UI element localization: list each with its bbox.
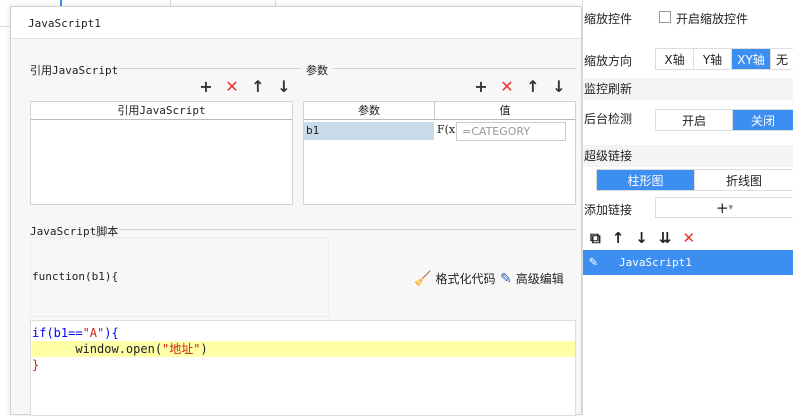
divider (119, 68, 301, 69)
zoom-dir-x[interactable]: X轴 (656, 49, 694, 69)
edit-icon: ✎ (500, 270, 512, 287)
ref-js-header: 引用JavaScript (31, 102, 292, 120)
move-down-icon[interactable]: ↓ (551, 79, 567, 95)
code-line-3: } (32, 358, 40, 372)
format-code-label: 格式化代码 (435, 272, 496, 286)
chevron-down-icon: ▾ (728, 202, 734, 213)
format-code-button[interactable]: 🧹 格式化代码 (414, 270, 495, 287)
hyperlink-section: 超级链接 (583, 145, 793, 167)
zoom-direction-segmented: X轴 Y轴 XY轴 无 (655, 48, 793, 70)
code-line-2: window.open("地址") (31, 341, 575, 357)
move-up-icon[interactable]: ↑ (612, 229, 625, 247)
move-down-icon[interactable]: ↓ (635, 229, 648, 247)
add-icon[interactable]: + (473, 79, 489, 95)
add-link-label: 添加链接 (584, 203, 633, 217)
zoom-dir-xy[interactable]: XY轴 (732, 49, 771, 69)
code-line-1: if(b1=="A"){ (32, 326, 119, 340)
link-item-label: JavaScript1 (619, 256, 692, 269)
ref-js-section-title: 引用JavaScript (30, 64, 119, 77)
javascript-dialog: JavaScript1 引用JavaScript + ✕ ↑ ↓ 引用JavaS… (10, 6, 582, 416)
link-toolbar: ⧉ ↑ ↓ ⇊ ✕ (590, 229, 695, 247)
function-header-box: function(b1){ (30, 237, 329, 317)
plus-icon: + (715, 198, 729, 217)
advanced-edit-button[interactable]: ✎ 高级编辑 (500, 270, 564, 287)
move-down-icon[interactable]: ↓ (276, 79, 292, 95)
zoom-dir-y[interactable]: Y轴 (694, 49, 732, 69)
enable-zoom-checkbox[interactable] (659, 11, 671, 23)
tab-bar-chart[interactable]: 柱形图 (597, 170, 695, 190)
detect-on[interactable]: 开启 (656, 110, 733, 130)
dialog-title: JavaScript1 (11, 7, 581, 39)
chart-type-tabs: 柱形图 折线图 (596, 169, 793, 191)
param-name-cell[interactable]: b1 (304, 122, 434, 140)
params-toolbar: + ✕ ↑ ↓ (473, 79, 567, 95)
advanced-edit-label: 高级编辑 (515, 272, 564, 286)
code-editor[interactable]: if(b1=="A"){ window.open("地址") } (30, 320, 576, 416)
zoom-dir-none[interactable]: 无 (771, 49, 793, 69)
add-link-dropdown[interactable]: + ▾ (655, 197, 793, 218)
ref-js-toolbar: + ✕ ↑ ↓ (198, 79, 292, 95)
zoom-direction-label: 缩放方向 (584, 54, 633, 68)
params-header-value: 值 (435, 102, 575, 120)
pencil-icon: ✎ (589, 254, 598, 270)
move-up-icon[interactable]: ↑ (250, 79, 266, 95)
detect-off[interactable]: 关闭 (733, 110, 793, 130)
monitor-refresh-section: 监控刷新 (583, 78, 793, 100)
divider (333, 68, 576, 69)
copy-icon[interactable]: ⧉ (590, 229, 601, 247)
params-table: 参数 值 b1 F(x) =CATEGORY (303, 101, 576, 205)
move-to-bottom-icon[interactable]: ⇊ (659, 229, 672, 247)
background-detect-segmented: 开启 关闭 (655, 109, 793, 131)
right-property-panel: 缩放控件 开启缩放控件 缩放方向 X轴 Y轴 XY轴 无 监控刷新 后台检测 开… (582, 0, 793, 415)
delete-icon[interactable]: ✕ (499, 79, 515, 95)
params-section-title: 参数 (306, 64, 328, 77)
zoom-control-label: 缩放控件 (584, 12, 633, 26)
params-header-name: 参数 (304, 102, 435, 120)
divider (119, 229, 576, 230)
function-signature: function(b1){ (32, 270, 119, 283)
add-icon[interactable]: + (198, 79, 214, 95)
brush-icon: 🧹 (414, 270, 432, 287)
delete-icon[interactable]: ✕ (682, 229, 695, 247)
ref-js-table: 引用JavaScript (30, 101, 293, 205)
enable-zoom-label: 开启缩放控件 (676, 12, 749, 26)
tab-line-chart[interactable]: 折线图 (695, 170, 793, 190)
param-value-input[interactable]: =CATEGORY (456, 122, 566, 141)
background-detect-label: 后台检测 (584, 112, 633, 126)
move-up-icon[interactable]: ↑ (525, 79, 541, 95)
delete-icon[interactable]: ✕ (224, 79, 240, 95)
link-list-item[interactable]: ✎ JavaScript1 (583, 250, 793, 275)
